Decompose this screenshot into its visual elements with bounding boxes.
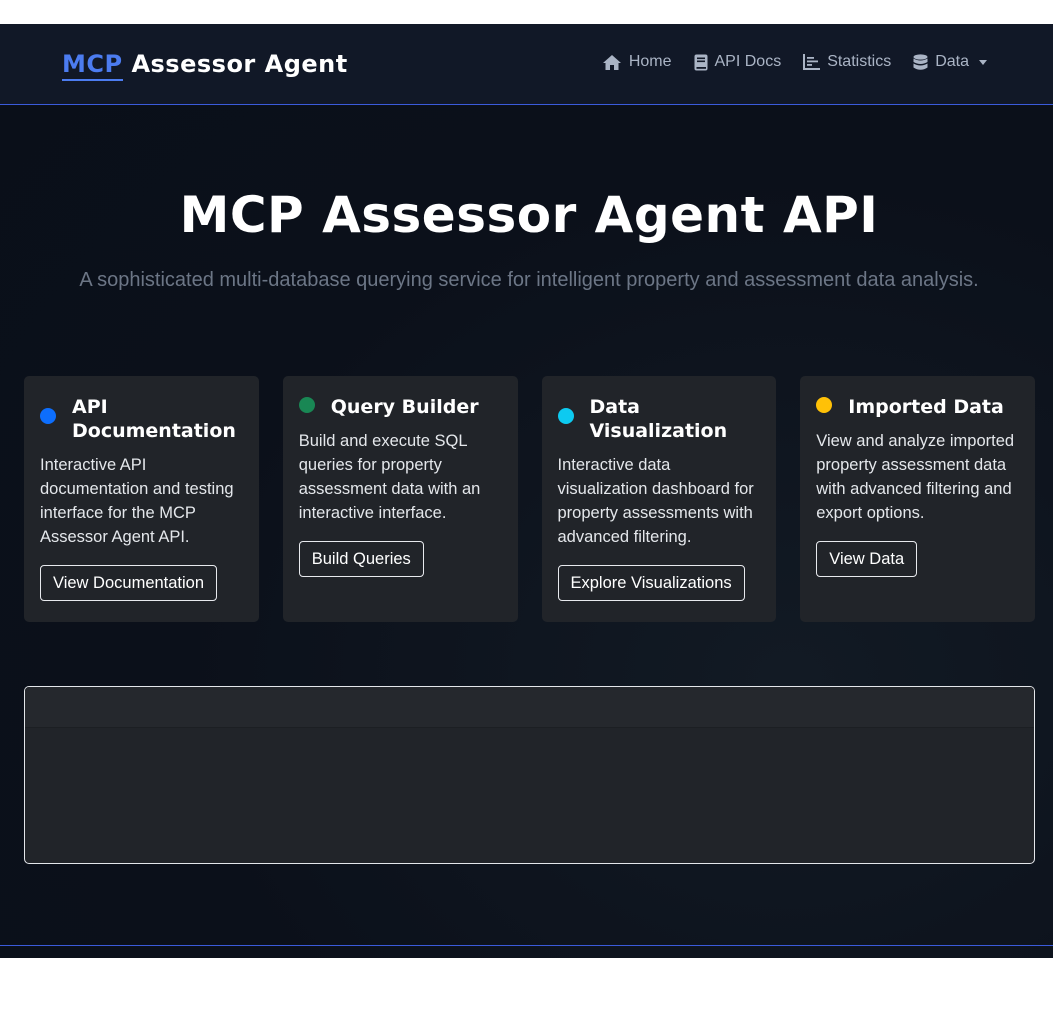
card-title: API Documentation bbox=[72, 392, 236, 443]
nav-api-docs-label: API Docs bbox=[714, 53, 782, 70]
status-dot-icon bbox=[298, 397, 315, 413]
nav-home-label: Home bbox=[628, 53, 672, 70]
page: MCP Assessor Agent Home API Docs Statist… bbox=[0, 24, 1053, 958]
bar-chart-icon bbox=[803, 54, 821, 70]
card-title: Imported Data bbox=[848, 392, 1004, 419]
status-dot-icon bbox=[557, 408, 574, 424]
card-query-builder: Query Builder Build and execute SQL quer… bbox=[282, 376, 518, 622]
card-title: Query Builder bbox=[331, 392, 479, 419]
brand-accent: MCP bbox=[62, 50, 123, 81]
brand-name: Assessor Agent bbox=[122, 50, 348, 78]
card-title: Data Visualization bbox=[590, 392, 728, 443]
nav-statistics[interactable]: Statistics bbox=[803, 53, 891, 71]
brand-logo[interactable]: MCP Assessor Agent bbox=[62, 50, 348, 81]
page-title: MCP Assessor Agent API bbox=[179, 186, 879, 244]
database-icon bbox=[913, 53, 928, 71]
nav-statistics-label: Statistics bbox=[827, 53, 892, 70]
status-dot-icon bbox=[40, 408, 56, 424]
nav-links: Home API Docs Statistics Data bbox=[602, 53, 987, 71]
content-panel bbox=[24, 686, 1035, 864]
view-data-button[interactable]: View Data bbox=[816, 541, 918, 577]
nav-data-label: Data bbox=[935, 53, 969, 70]
card-header: Query Builder bbox=[298, 392, 502, 419]
view-documentation-button[interactable]: View Documentation bbox=[40, 565, 218, 601]
home-icon bbox=[602, 54, 622, 71]
footer-divider bbox=[0, 945, 1053, 946]
book-icon bbox=[694, 54, 708, 71]
card-api-documentation: API Documentation Interactive API docume… bbox=[24, 376, 259, 622]
build-queries-button[interactable]: Build Queries bbox=[298, 541, 424, 577]
chevron-down-icon bbox=[979, 59, 987, 65]
card-description: View and analyze imported property asses… bbox=[816, 432, 1015, 522]
card-header: Data Visualization bbox=[557, 392, 761, 443]
card-title-line1: API bbox=[72, 396, 108, 418]
nav-home[interactable]: Home bbox=[602, 53, 672, 71]
card-title-line2: Visualization bbox=[589, 420, 728, 442]
nav-api-docs[interactable]: API Docs bbox=[694, 53, 782, 71]
card-header: API Documentation bbox=[40, 392, 243, 443]
card-description: Interactive data visualization dashboard… bbox=[557, 456, 754, 546]
card-description: Interactive API documentation and testin… bbox=[40, 456, 234, 546]
navbar: MCP Assessor Agent Home API Docs Statist… bbox=[0, 24, 1053, 105]
card-title-line2: Documentation bbox=[72, 420, 236, 442]
panel-header bbox=[25, 687, 1034, 728]
page-subtitle: A sophisticated multi-database querying … bbox=[79, 269, 979, 291]
feature-cards: API Documentation Interactive API docume… bbox=[24, 376, 1035, 622]
card-description: Build and execute SQL queries for proper… bbox=[298, 432, 481, 522]
card-title-line1: Data bbox=[589, 396, 641, 418]
card-data-visualization: Data Visualization Interactive data visu… bbox=[541, 376, 777, 622]
nav-data-dropdown[interactable]: Data bbox=[913, 53, 987, 71]
card-title-line1: Imported Data bbox=[848, 396, 1004, 418]
explore-visualizations-button[interactable]: Explore Visualizations bbox=[557, 565, 745, 601]
status-dot-icon bbox=[816, 397, 833, 413]
card-header: Imported Data bbox=[816, 392, 1019, 419]
card-imported-data: Imported Data View and analyze imported … bbox=[800, 376, 1035, 622]
card-title-line1: Query Builder bbox=[330, 396, 479, 418]
